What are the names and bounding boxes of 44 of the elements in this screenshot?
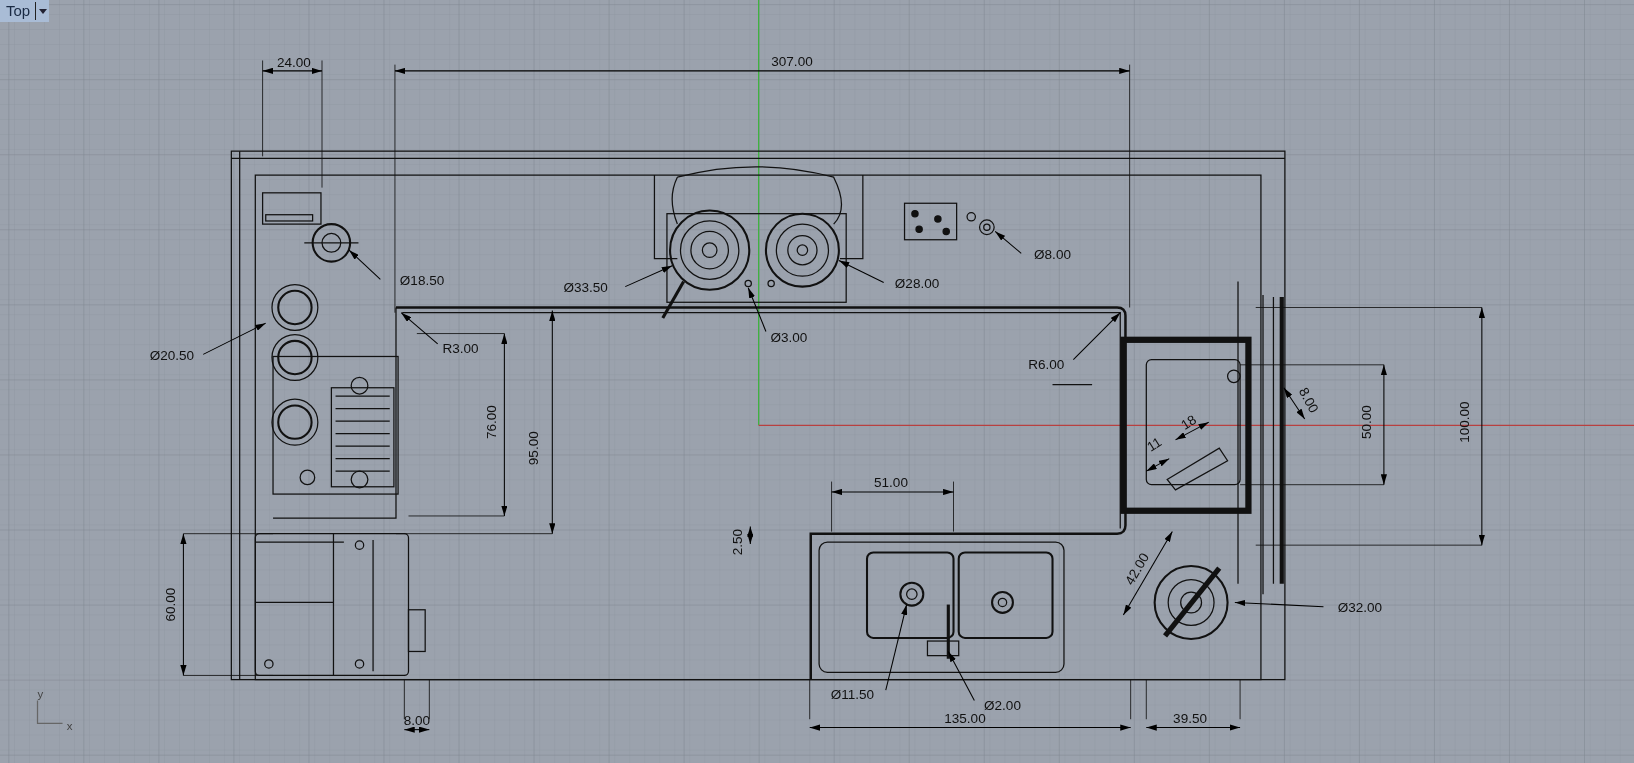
dropdown-caret-icon[interactable] [39,8,48,14]
leader-line [994,230,1022,254]
dimension-label: 18 [1178,412,1200,433]
dimension-label: Ø3.00 [770,329,808,345]
leader-line [202,322,267,355]
dimension-label: 135.00 [944,711,986,727]
dimension-label: 307.00 [771,53,813,69]
dimension-label: Ø2.00 [984,697,1021,713]
dimension-label: 100.00 [1457,401,1473,443]
y-axis-label: y [37,688,44,701]
x-axis-label: x [66,719,73,732]
leader-line [1072,312,1121,361]
dimension-label: R3.00 [442,341,479,357]
dimension-label: Ø28.00 [894,275,940,291]
dimension-label: 11 [1144,434,1165,455]
dimension-label: 51.00 [874,474,908,490]
dimension-label: 39.50 [1173,711,1207,727]
dimension-label: 95.00 [525,431,541,466]
dimension-label: 24.00 [276,54,311,70]
axes-icon [36,699,64,724]
leader-line [400,312,439,345]
dimension-label: 8.00 [1295,385,1322,416]
leader-line [747,287,767,332]
dimension-label: Ø32.00 [1337,599,1383,615]
dimension-label: Ø33.50 [563,279,608,295]
dimension-line [262,67,323,74]
dimension-label: 2.50 [729,528,745,556]
dimension-label: 76.00 [484,405,500,440]
dimension-label: 42.00 [1122,550,1153,588]
leader-line [348,249,381,280]
dimension-line [1145,458,1170,472]
dimension-line [747,525,754,545]
dimension-label: Ø11.50 [830,687,875,703]
leader-line [624,265,673,288]
dimension-label: Ø20.50 [149,347,195,363]
dimension-label: 8.00 [403,713,430,729]
dimension-label: 60.00 [163,587,179,622]
dimension-label: Ø8.00 [1034,246,1071,262]
leader-line [838,260,885,283]
dimension-label: 50.00 [1359,405,1375,440]
dimension-line [403,726,430,733]
dimension-label: R6.00 [1028,357,1065,372]
leader-line [947,650,975,701]
dimension-label: Ø18.50 [399,272,445,288]
